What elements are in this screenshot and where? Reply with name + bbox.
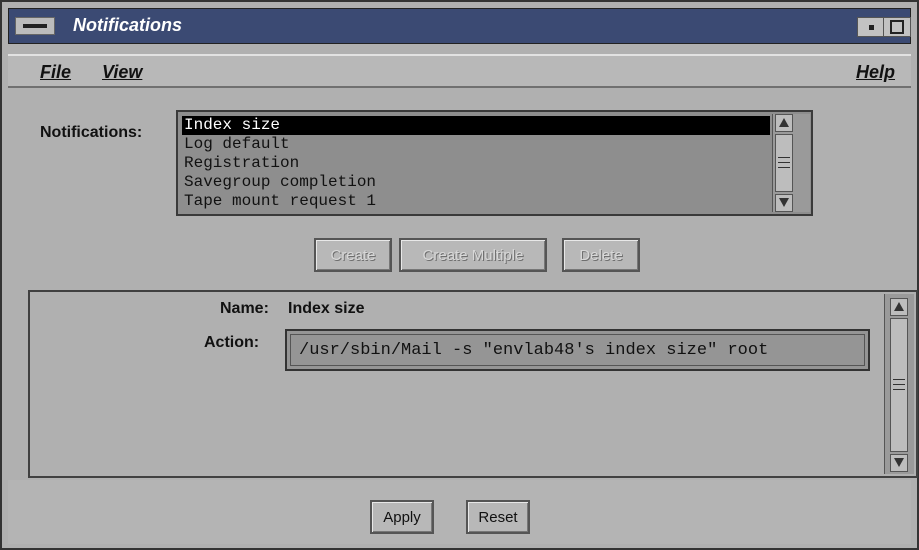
apply-button[interactable]: Apply: [370, 500, 434, 534]
scroll-down-triangle: [779, 198, 789, 207]
create-button[interactable]: Create: [314, 238, 392, 272]
scroll-grip: [778, 167, 790, 168]
scroll-up-triangle: [894, 302, 904, 311]
list-item[interactable]: Registration: [182, 154, 770, 173]
bottom-bar: [8, 480, 911, 544]
scroll-grip: [893, 379, 905, 380]
minimize-dot: [869, 25, 874, 30]
menu-help[interactable]: Help: [856, 62, 895, 83]
scroll-up-arrow-icon[interactable]: [775, 114, 793, 132]
minimize-icon[interactable]: [857, 17, 885, 37]
create-multiple-button[interactable]: Create Multiple: [399, 238, 547, 272]
maximize-box: [890, 20, 904, 34]
name-label: Name:: [220, 300, 269, 317]
list-scrollbar[interactable]: [772, 114, 810, 212]
action-field[interactable]: /usr/sbin/Mail -s "envlab48's index size…: [285, 329, 870, 371]
notifications-label: Notifications:: [40, 124, 143, 141]
detail-scroll-thumb[interactable]: [890, 318, 908, 452]
scroll-grip: [893, 384, 905, 385]
scroll-down-arrow-icon[interactable]: [890, 454, 908, 472]
list-scroll-thumb[interactable]: [775, 134, 793, 192]
window-title: Notifications: [73, 15, 183, 35]
detail-scrollbar[interactable]: [884, 294, 914, 474]
maximize-icon[interactable]: [883, 17, 911, 37]
list-item[interactable]: Index size: [182, 116, 770, 135]
title-bar[interactable]: Notifications: [8, 8, 911, 44]
scroll-grip: [778, 157, 790, 158]
menu-help-label: Help: [856, 62, 896, 82]
detail-panel: Name: Index size Action:: [28, 290, 918, 478]
scroll-up-arrow-icon[interactable]: [890, 298, 908, 316]
reset-button[interactable]: Reset: [466, 500, 530, 534]
menu-bar: File View Help: [8, 54, 911, 88]
menu-view[interactable]: View: [102, 62, 142, 83]
delete-button[interactable]: Delete: [562, 238, 640, 272]
menu-view-label: View: [102, 62, 143, 82]
scroll-down-arrow-icon[interactable]: [775, 194, 793, 212]
scroll-grip: [893, 389, 905, 390]
window-menu-bar: [23, 24, 47, 28]
scroll-down-triangle: [894, 458, 904, 467]
menu-file[interactable]: File: [40, 62, 71, 83]
notifications-window: Notifications File View Help Notificatio…: [0, 0, 919, 550]
window-menu-icon[interactable]: [15, 17, 55, 35]
scroll-grip: [778, 162, 790, 163]
scroll-up-triangle: [779, 118, 789, 127]
notifications-list[interactable]: Index size Log default Registration Save…: [176, 110, 813, 216]
menu-file-label: File: [40, 62, 72, 82]
action-field-text: /usr/sbin/Mail -s "envlab48's index size…: [299, 341, 769, 360]
action-label: Action:: [204, 334, 260, 351]
list-item[interactable]: Savegroup completion: [182, 173, 770, 192]
list-item[interactable]: Tape mount request 1: [182, 192, 770, 211]
notifications-list-viewport: Index size Log default Registration Save…: [182, 116, 770, 212]
list-item[interactable]: Log default: [182, 135, 770, 154]
name-value: Index size: [288, 300, 365, 317]
